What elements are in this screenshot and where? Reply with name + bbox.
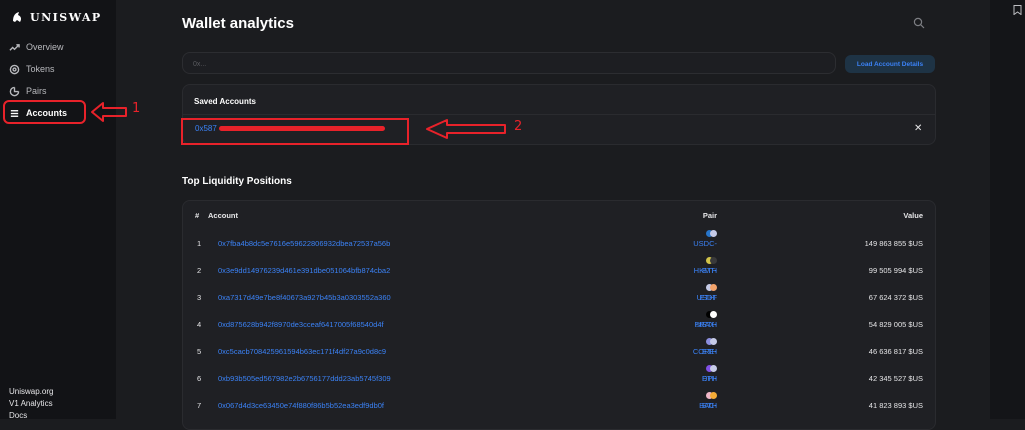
sidebar-item-label: Tokens [26, 64, 55, 74]
account-search-field [182, 52, 847, 76]
table-row: 5 0xc5cacb708425961594b63ec171f4df27a9c0d… [183, 338, 935, 383]
table-row: 1 0x7fba4b8dc5e7616e59622806932dbea72537a… [183, 230, 935, 275]
column-header-value[interactable]: Value [903, 201, 923, 231]
main-content: Wallet analytics Load Account Details Sa… [116, 0, 990, 430]
table-row: 4 0xd875628b942f8970de3cceaf6417005f68540… [183, 311, 935, 356]
row-account-link[interactable]: 0xd875628b942f8970de3cceaf6417005f68540d… [218, 311, 384, 338]
row-value: 41 823 893 $US [868, 401, 923, 410]
account-address-input[interactable] [183, 53, 847, 76]
row-account-link[interactable]: 0x067d4d3ce63450e74f880f86b5b52ea3edf9db… [218, 392, 384, 419]
saved-accounts-title: Saved Accounts [194, 97, 256, 106]
close-icon[interactable]: ✕ [914, 123, 922, 134]
search-icon[interactable] [913, 17, 925, 29]
pie-icon [9, 86, 20, 96]
page-title: Wallet analytics [182, 15, 294, 32]
row-value: 54 829 005 $US [868, 320, 923, 329]
table-row: 3 0xa7317d49e7be8f40673a927b45b3a0303552a… [183, 284, 935, 329]
row-value: 42 345 527 $US [868, 374, 923, 383]
row-index: 5 [197, 347, 202, 356]
table-row: 7 0x067d4d3ce63450e74f880f86b5b52ea3edf9d… [183, 392, 935, 429]
unicorn-logo-icon [13, 12, 22, 22]
row-value: 46 636 817 $US [868, 347, 923, 356]
top-liquidity-positions-title: Top Liquidity Positions [182, 176, 292, 187]
sidebar-item-tokens[interactable]: Tokens [0, 58, 116, 80]
sidebar-item-label: Overview [26, 42, 64, 52]
sidebar: UNISWAP Overview Tokens Pairs Accounts U… [0, 0, 116, 422]
column-header-index: # [195, 211, 200, 220]
annotation-arrow-2-icon [426, 119, 506, 139]
trend-icon [9, 43, 20, 51]
row-account-link[interactable]: 0xb93b505ed567982e2b6756177ddd23ab5745f3… [218, 365, 391, 392]
row-account-link[interactable]: 0xa7317d49e7be8f40673a927b45b3a0303552a3… [218, 284, 391, 311]
saved-accounts-panel: Saved Accounts 0x587 ✕ [181, 84, 936, 145]
row-index: 3 [197, 293, 202, 302]
brand-name: UNISWAP [30, 10, 102, 24]
right-rail [990, 0, 1025, 419]
load-account-details-button[interactable]: Load Account Details [845, 55, 935, 73]
footer-link-v1-analytics[interactable]: V1 Analytics [9, 398, 53, 410]
row-index: 7 [197, 401, 202, 410]
row-account-link[interactable]: 0xc5cacb708425961594b63ec171f4df27a9c0d8… [218, 338, 386, 365]
sidebar-item-pairs[interactable]: Pairs [0, 80, 116, 102]
row-index: 1 [197, 239, 202, 248]
table-row: 2 0x3e9dd14976239d461e391dbe051064bfb874c… [183, 257, 935, 302]
row-index: 6 [197, 374, 202, 383]
sidebar-footer: Uniswap.org V1 Analytics Docs [9, 386, 53, 422]
row-pair-label: BAC-DAI [699, 401, 717, 429]
row-index: 2 [197, 266, 202, 275]
row-account-link[interactable]: 0x3e9dd14976239d461e391dbe051064bfb874cb… [218, 257, 390, 284]
annotation-highlight-saved-account [181, 118, 409, 145]
positions-table: # Account Pair Value 1 0x7fba4b8dc5e7616e… [182, 200, 936, 430]
divider [183, 114, 935, 115]
column-header-pair[interactable]: Pair [703, 201, 717, 231]
brand[interactable]: UNISWAP [10, 10, 102, 24]
bookmark-icon[interactable] [1013, 5, 1022, 15]
annotation-highlight-accounts [3, 100, 86, 124]
table-row: 6 0xb93b505ed567982e2b6756177ddd23ab5745f… [183, 365, 935, 410]
row-value: 67 624 372 $US [868, 293, 923, 302]
disc-icon [9, 64, 20, 74]
sidebar-item-label: Pairs [26, 86, 47, 96]
footer-link-docs[interactable]: Docs [9, 410, 53, 422]
row-value: 149 863 855 $US [864, 239, 923, 248]
row-value: 99 505 994 $US [868, 266, 923, 275]
annotation-number-2: 2 [514, 119, 523, 134]
row-account-link[interactable]: 0x7fba4b8dc5e7616e59622806932dbea72537a5… [218, 230, 390, 257]
column-header-account[interactable]: Account [208, 201, 238, 231]
table-header: # Account Pair Value [183, 201, 935, 231]
row-index: 4 [197, 320, 202, 329]
footer-link-uniswap[interactable]: Uniswap.org [9, 386, 53, 398]
sidebar-item-overview[interactable]: Overview [0, 36, 116, 58]
